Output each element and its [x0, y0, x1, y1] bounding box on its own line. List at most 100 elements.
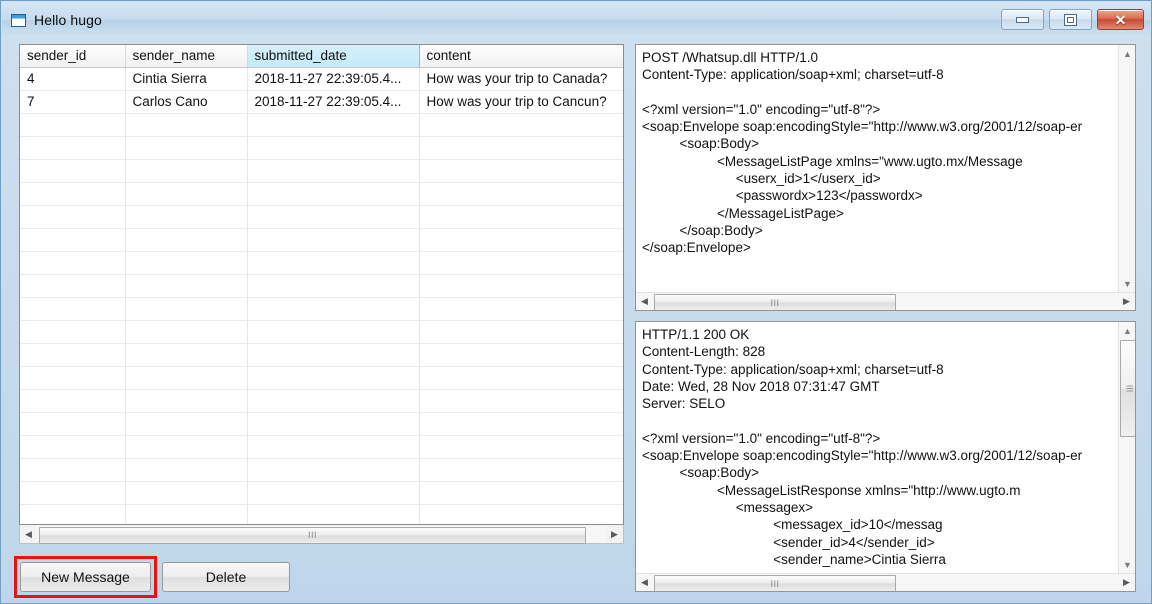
response-scroll-right-icon[interactable]: ▶ — [1118, 574, 1135, 591]
table-cell-empty[interactable] — [20, 458, 126, 482]
table-cell-empty[interactable] — [125, 205, 248, 229]
table-cell-empty[interactable] — [20, 159, 126, 183]
table-cell-empty[interactable] — [419, 458, 623, 482]
table-cell-empty[interactable] — [419, 113, 623, 137]
table-cell-empty[interactable] — [125, 320, 248, 344]
table-cell-empty[interactable] — [247, 274, 420, 298]
table-cell-empty[interactable] — [125, 297, 248, 321]
table-cell-empty[interactable] — [419, 343, 623, 367]
scroll-left-icon[interactable]: ◀ — [20, 526, 37, 543]
table-row-empty[interactable] — [20, 458, 623, 482]
table-cell-empty[interactable] — [419, 435, 623, 459]
minimize-button[interactable] — [1001, 9, 1044, 30]
table-cell-empty[interactable] — [247, 343, 420, 367]
table-row-empty[interactable] — [20, 481, 623, 505]
table-cell-empty[interactable] — [247, 297, 420, 321]
table-cell-empty[interactable] — [125, 504, 248, 524]
table-cell-empty[interactable] — [247, 159, 420, 183]
table-cell-empty[interactable] — [125, 389, 248, 413]
table-cell-empty[interactable] — [125, 481, 248, 505]
response-scroll-up-icon[interactable]: ▲ — [1119, 322, 1135, 339]
table-cell-empty[interactable] — [419, 481, 623, 505]
request-scroll-right-icon[interactable]: ▶ — [1118, 293, 1135, 310]
table-cell-empty[interactable] — [419, 274, 623, 298]
table-cell-empty[interactable] — [247, 504, 420, 524]
table-row-empty[interactable] — [20, 205, 623, 229]
table-cell-empty[interactable] — [419, 136, 623, 160]
table-cell-empty[interactable] — [419, 205, 623, 229]
table-cell-empty[interactable] — [20, 389, 126, 413]
table-cell-empty[interactable] — [20, 228, 126, 252]
table-cell-empty[interactable] — [20, 435, 126, 459]
column-header-content[interactable]: content — [419, 45, 623, 68]
table-cell-empty[interactable] — [419, 504, 623, 524]
response-horizontal-scrollbar[interactable]: ◀ III ▶ — [636, 573, 1135, 591]
table-cell-empty[interactable] — [247, 205, 420, 229]
table-cell-empty[interactable] — [419, 389, 623, 413]
table-cell-empty[interactable] — [125, 136, 248, 160]
table-cell-empty[interactable] — [20, 274, 126, 298]
table-cell-empty[interactable] — [20, 504, 126, 524]
table-cell-submitted-date[interactable]: 2018-11-27 22:39:05.4... — [247, 90, 420, 114]
request-horizontal-scrollbar[interactable]: ◀ III ▶ — [636, 292, 1135, 310]
table-row-empty[interactable] — [20, 366, 623, 390]
table-cell-empty[interactable] — [125, 458, 248, 482]
table-cell-empty[interactable] — [247, 251, 420, 275]
delete-button[interactable]: Delete — [162, 562, 290, 592]
table-cell-empty[interactable] — [247, 389, 420, 413]
table-row-empty[interactable] — [20, 343, 623, 367]
table-row-empty[interactable] — [20, 228, 623, 252]
table-cell-empty[interactable] — [247, 136, 420, 160]
table-cell-empty[interactable] — [125, 182, 248, 206]
table-cell-empty[interactable] — [247, 320, 420, 344]
table-row-empty[interactable] — [20, 159, 623, 183]
request-vertical-scrollbar[interactable]: ▲ ▼ — [1118, 45, 1135, 292]
table-cell-empty[interactable] — [247, 412, 420, 436]
table-cell-empty[interactable] — [20, 251, 126, 275]
request-scroll-left-icon[interactable]: ◀ — [636, 293, 653, 310]
table-cell-empty[interactable] — [125, 412, 248, 436]
table-cell-empty[interactable] — [419, 251, 623, 275]
soap-request-panel[interactable]: POST /Whatsup.dll HTTP/1.0 Content-Type:… — [635, 44, 1136, 311]
response-scroll-down-icon[interactable]: ▼ — [1119, 556, 1135, 573]
table-cell-empty[interactable] — [419, 228, 623, 252]
table-cell-empty[interactable] — [125, 113, 248, 137]
table-cell-empty[interactable] — [247, 435, 420, 459]
maximize-button[interactable] — [1049, 9, 1092, 30]
table-cell-empty[interactable] — [20, 297, 126, 321]
table-row-empty[interactable] — [20, 320, 623, 344]
table-row-empty[interactable] — [20, 389, 623, 413]
message-table[interactable]: sender_id sender_name submitted_date con… — [19, 44, 624, 525]
column-header-sender-name[interactable]: sender_name — [125, 45, 248, 68]
table-row-empty[interactable] — [20, 435, 623, 459]
table-row-empty[interactable] — [20, 297, 623, 321]
column-header-submitted-date[interactable]: submitted_date — [246, 45, 420, 68]
grid-hscroll-thumb[interactable]: III — [39, 526, 586, 544]
table-cell-empty[interactable] — [419, 159, 623, 183]
table-cell-empty[interactable] — [20, 343, 126, 367]
table-row-empty[interactable] — [20, 274, 623, 298]
table-row-empty[interactable] — [20, 412, 623, 436]
table-cell-content[interactable]: How was your trip to Canada? — [419, 67, 623, 91]
table-row-empty[interactable] — [20, 251, 623, 275]
table-cell-empty[interactable] — [125, 159, 248, 183]
table-cell-empty[interactable] — [20, 481, 126, 505]
request-scroll-down-icon[interactable]: ▼ — [1119, 275, 1135, 292]
response-hscroll-track[interactable]: III — [653, 574, 1118, 591]
table-row-empty[interactable] — [20, 182, 623, 206]
table-cell-empty[interactable] — [419, 320, 623, 344]
new-message-button[interactable]: New Message — [20, 562, 151, 592]
scroll-right-icon[interactable]: ▶ — [606, 526, 623, 543]
column-header-sender-id[interactable]: sender_id — [20, 45, 126, 68]
table-cell-empty[interactable] — [419, 297, 623, 321]
request-hscroll-thumb[interactable]: III — [654, 294, 896, 310]
table-cell-empty[interactable] — [125, 435, 248, 459]
grid-horizontal-scrollbar[interactable]: ◀ III ▶ — [19, 525, 624, 544]
grid-hscroll-track[interactable]: III — [37, 525, 606, 544]
request-hscroll-track[interactable]: III — [653, 293, 1118, 310]
table-cell-empty[interactable] — [20, 182, 126, 206]
response-hscroll-thumb[interactable]: III — [654, 575, 896, 591]
table-cell-sender-name[interactable]: Carlos Cano — [125, 90, 248, 114]
soap-response-panel[interactable]: HTTP/1.1 200 OK Content-Length: 828 Cont… — [635, 321, 1136, 592]
table-cell-empty[interactable] — [20, 205, 126, 229]
